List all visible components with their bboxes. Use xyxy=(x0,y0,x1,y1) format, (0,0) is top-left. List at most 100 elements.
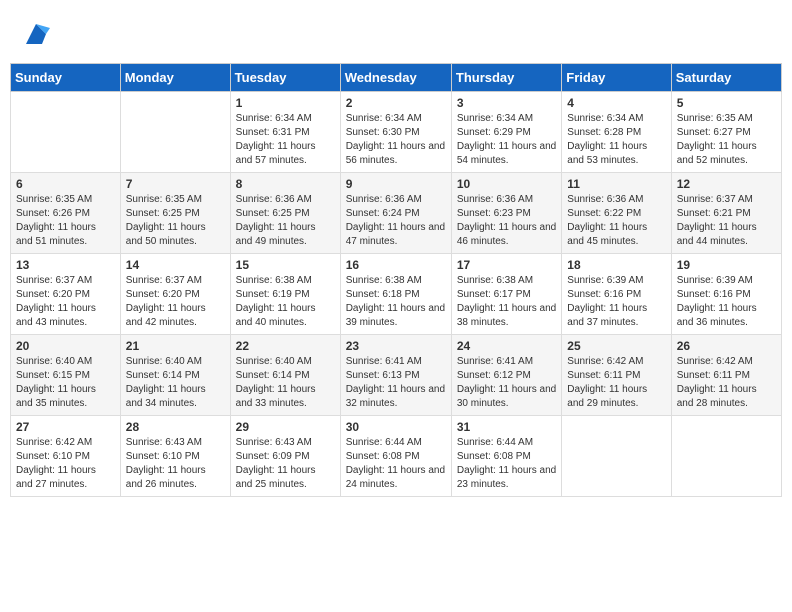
day-number: 4 xyxy=(567,96,665,110)
cell-info: Sunrise: 6:39 AM Sunset: 6:16 PM Dayligh… xyxy=(677,274,776,330)
logo-icon xyxy=(22,20,50,48)
calendar-cell: 12 Sunrise: 6:37 AM Sunset: 6:21 PM Dayli… xyxy=(671,173,781,254)
calendar-cell: 19 Sunrise: 6:39 AM Sunset: 6:16 PM Dayli… xyxy=(671,254,781,335)
calendar-cell: 14 Sunrise: 6:37 AM Sunset: 6:20 PM Dayli… xyxy=(120,254,230,335)
calendar-cell: 16 Sunrise: 6:38 AM Sunset: 6:18 PM Dayli… xyxy=(340,254,451,335)
calendar-cell xyxy=(671,416,781,497)
calendar-cell: 22Sunrise: 6:40 AM Sunset: 6:14 PM Dayli… xyxy=(230,335,340,416)
day-number: 14 xyxy=(126,258,225,272)
cell-info: Sunrise: 6:34 AM Sunset: 6:28 PM Dayligh… xyxy=(567,112,665,168)
day-number: 2 xyxy=(346,96,446,110)
calendar-cell: 7 Sunrise: 6:35 AM Sunset: 6:25 PM Daylig… xyxy=(120,173,230,254)
logo xyxy=(20,20,50,53)
calendar-cell xyxy=(120,92,230,173)
cell-info: Sunrise: 6:36 AM Sunset: 6:24 PM Dayligh… xyxy=(346,193,446,249)
day-number: 12 xyxy=(677,177,776,191)
day-number: 30 xyxy=(346,420,446,434)
day-number: 10 xyxy=(457,177,556,191)
calendar-cell: 28 Sunrise: 6:43 AM Sunset: 6:10 PM Dayli… xyxy=(120,416,230,497)
calendar-cell: 4 Sunrise: 6:34 AM Sunset: 6:28 PM Daylig… xyxy=(562,92,671,173)
calendar-cell: 2 Sunrise: 6:34 AM Sunset: 6:30 PM Daylig… xyxy=(340,92,451,173)
cell-info: Sunrise: 6:35 AM Sunset: 6:25 PM Dayligh… xyxy=(126,193,225,249)
cell-info: Sunrise: 6:43 AM Sunset: 6:10 PM Dayligh… xyxy=(126,436,225,492)
calendar-cell: 23 Sunrise: 6:41 AM Sunset: 6:13 PM Dayli… xyxy=(340,335,451,416)
calendar-cell: 13Sunrise: 6:37 AM Sunset: 6:20 PM Dayli… xyxy=(11,254,121,335)
calendar-cell: 3 Sunrise: 6:34 AM Sunset: 6:29 PM Daylig… xyxy=(451,92,561,173)
cell-info: Sunrise: 6:38 AM Sunset: 6:17 PM Dayligh… xyxy=(457,274,556,330)
column-header-monday: Monday xyxy=(120,64,230,92)
day-number: 6 xyxy=(16,177,115,191)
day-number: 18 xyxy=(567,258,665,272)
day-number: 19 xyxy=(677,258,776,272)
calendar-cell: 27Sunrise: 6:42 AM Sunset: 6:10 PM Dayli… xyxy=(11,416,121,497)
day-number: 24 xyxy=(457,339,556,353)
cell-info: Sunrise: 6:42 AM Sunset: 6:11 PM Dayligh… xyxy=(567,355,665,411)
calendar-week-3: 13Sunrise: 6:37 AM Sunset: 6:20 PM Dayli… xyxy=(11,254,782,335)
calendar-week-2: 6 Sunrise: 6:35 AM Sunset: 6:26 PM Daylig… xyxy=(11,173,782,254)
day-number: 9 xyxy=(346,177,446,191)
page-header xyxy=(10,10,782,58)
cell-info: Sunrise: 6:38 AM Sunset: 6:18 PM Dayligh… xyxy=(346,274,446,330)
cell-info: Sunrise: 6:35 AM Sunset: 6:26 PM Dayligh… xyxy=(16,193,115,249)
calendar-cell: 20 Sunrise: 6:40 AM Sunset: 6:15 PM Dayli… xyxy=(11,335,121,416)
day-number: 26 xyxy=(677,339,776,353)
cell-info: Sunrise: 6:36 AM Sunset: 6:22 PM Dayligh… xyxy=(567,193,665,249)
day-number: 3 xyxy=(457,96,556,110)
cell-info: Sunrise: 6:36 AM Sunset: 6:23 PM Dayligh… xyxy=(457,193,556,249)
calendar-week-1: 1 Sunrise: 6:34 AM Sunset: 6:31 PM Daylig… xyxy=(11,92,782,173)
day-number: 11 xyxy=(567,177,665,191)
calendar-week-5: 27Sunrise: 6:42 AM Sunset: 6:10 PM Dayli… xyxy=(11,416,782,497)
calendar-cell: 30 Sunrise: 6:44 AM Sunset: 6:08 PM Dayli… xyxy=(340,416,451,497)
cell-info: Sunrise: 6:43 AM Sunset: 6:09 PM Dayligh… xyxy=(236,436,335,492)
cell-info: Sunrise: 6:42 AM Sunset: 6:11 PM Dayligh… xyxy=(677,355,776,411)
cell-info: Sunrise: 6:34 AM Sunset: 6:29 PM Dayligh… xyxy=(457,112,556,168)
cell-info: Sunrise: 6:42 AM Sunset: 6:10 PM Dayligh… xyxy=(16,436,115,492)
cell-info: Sunrise: 6:37 AM Sunset: 6:21 PM Dayligh… xyxy=(677,193,776,249)
cell-info: Sunrise: 6:40 AM Sunset: 6:15 PM Dayligh… xyxy=(16,355,115,411)
cell-info: Sunrise: 6:44 AM Sunset: 6:08 PM Dayligh… xyxy=(457,436,556,492)
day-number: 29 xyxy=(236,420,335,434)
day-number: 20 xyxy=(16,339,115,353)
calendar-cell xyxy=(11,92,121,173)
calendar-cell: 15Sunrise: 6:38 AM Sunset: 6:19 PM Dayli… xyxy=(230,254,340,335)
cell-info: Sunrise: 6:37 AM Sunset: 6:20 PM Dayligh… xyxy=(16,274,115,330)
day-number: 22 xyxy=(236,339,335,353)
cell-info: Sunrise: 6:44 AM Sunset: 6:08 PM Dayligh… xyxy=(346,436,446,492)
column-header-sunday: Sunday xyxy=(11,64,121,92)
column-header-tuesday: Tuesday xyxy=(230,64,340,92)
calendar-cell: 1 Sunrise: 6:34 AM Sunset: 6:31 PM Daylig… xyxy=(230,92,340,173)
day-number: 8 xyxy=(236,177,335,191)
calendar-cell: 17Sunrise: 6:38 AM Sunset: 6:17 PM Dayli… xyxy=(451,254,561,335)
cell-info: Sunrise: 6:34 AM Sunset: 6:30 PM Dayligh… xyxy=(346,112,446,168)
calendar-cell: 31Sunrise: 6:44 AM Sunset: 6:08 PM Dayli… xyxy=(451,416,561,497)
cell-info: Sunrise: 6:40 AM Sunset: 6:14 PM Dayligh… xyxy=(126,355,225,411)
cell-info: Sunrise: 6:41 AM Sunset: 6:13 PM Dayligh… xyxy=(346,355,446,411)
day-number: 1 xyxy=(236,96,335,110)
column-header-wednesday: Wednesday xyxy=(340,64,451,92)
day-number: 7 xyxy=(126,177,225,191)
cell-info: Sunrise: 6:39 AM Sunset: 6:16 PM Dayligh… xyxy=(567,274,665,330)
calendar-cell: 9 Sunrise: 6:36 AM Sunset: 6:24 PM Daylig… xyxy=(340,173,451,254)
day-number: 21 xyxy=(126,339,225,353)
calendar-cell: 6 Sunrise: 6:35 AM Sunset: 6:26 PM Daylig… xyxy=(11,173,121,254)
calendar-cell: 29 Sunrise: 6:43 AM Sunset: 6:09 PM Dayli… xyxy=(230,416,340,497)
day-number: 25 xyxy=(567,339,665,353)
calendar-week-4: 20 Sunrise: 6:40 AM Sunset: 6:15 PM Dayli… xyxy=(11,335,782,416)
cell-info: Sunrise: 6:41 AM Sunset: 6:12 PM Dayligh… xyxy=(457,355,556,411)
calendar-cell: 18 Sunrise: 6:39 AM Sunset: 6:16 PM Dayli… xyxy=(562,254,671,335)
calendar-cell: 21 Sunrise: 6:40 AM Sunset: 6:14 PM Dayli… xyxy=(120,335,230,416)
column-header-friday: Friday xyxy=(562,64,671,92)
day-number: 16 xyxy=(346,258,446,272)
cell-info: Sunrise: 6:35 AM Sunset: 6:27 PM Dayligh… xyxy=(677,112,776,168)
day-number: 5 xyxy=(677,96,776,110)
day-number: 28 xyxy=(126,420,225,434)
calendar-cell: 10 Sunrise: 6:36 AM Sunset: 6:23 PM Dayli… xyxy=(451,173,561,254)
calendar-cell: 24 Sunrise: 6:41 AM Sunset: 6:12 PM Dayli… xyxy=(451,335,561,416)
calendar-table: SundayMondayTuesdayWednesdayThursdayFrid… xyxy=(10,63,782,497)
cell-info: Sunrise: 6:34 AM Sunset: 6:31 PM Dayligh… xyxy=(236,112,335,168)
calendar-cell: 5 Sunrise: 6:35 AM Sunset: 6:27 PM Daylig… xyxy=(671,92,781,173)
cell-info: Sunrise: 6:37 AM Sunset: 6:20 PM Dayligh… xyxy=(126,274,225,330)
day-number: 23 xyxy=(346,339,446,353)
column-header-saturday: Saturday xyxy=(671,64,781,92)
calendar-cell: 25 Sunrise: 6:42 AM Sunset: 6:11 PM Dayli… xyxy=(562,335,671,416)
